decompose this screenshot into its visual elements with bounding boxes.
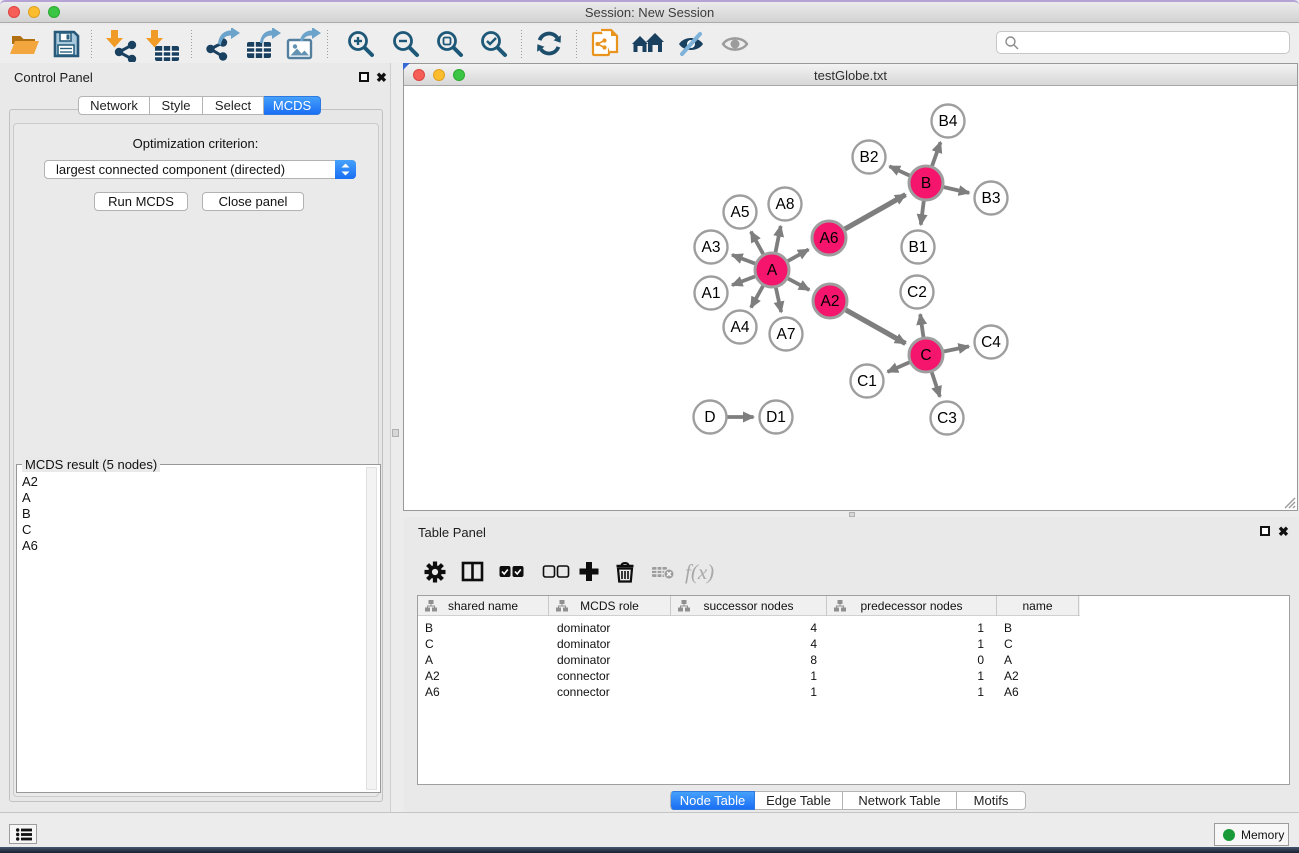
svg-text:A2: A2 (821, 293, 840, 310)
svg-text:D: D (704, 409, 715, 426)
svg-text:A5: A5 (731, 204, 750, 221)
svg-text:A8: A8 (776, 196, 795, 213)
svg-text:A4: A4 (731, 319, 750, 336)
svg-text:B4: B4 (939, 113, 958, 130)
svg-text:B1: B1 (909, 239, 928, 256)
svg-text:B2: B2 (860, 149, 879, 166)
svg-text:B: B (921, 175, 931, 192)
svg-text:A6: A6 (820, 230, 839, 247)
svg-text:D1: D1 (766, 409, 786, 426)
svg-text:A3: A3 (702, 239, 721, 256)
svg-text:A: A (767, 262, 778, 279)
svg-text:C4: C4 (981, 334, 1001, 351)
svg-text:C1: C1 (857, 373, 877, 390)
svg-text:C2: C2 (907, 284, 927, 301)
svg-text:A1: A1 (702, 285, 721, 302)
svg-text:C: C (920, 347, 931, 364)
svg-text:C3: C3 (937, 410, 957, 427)
svg-text:f(x): f(x) (685, 561, 714, 584)
svg-text:A7: A7 (777, 326, 796, 343)
svg-text:B3: B3 (982, 190, 1001, 207)
